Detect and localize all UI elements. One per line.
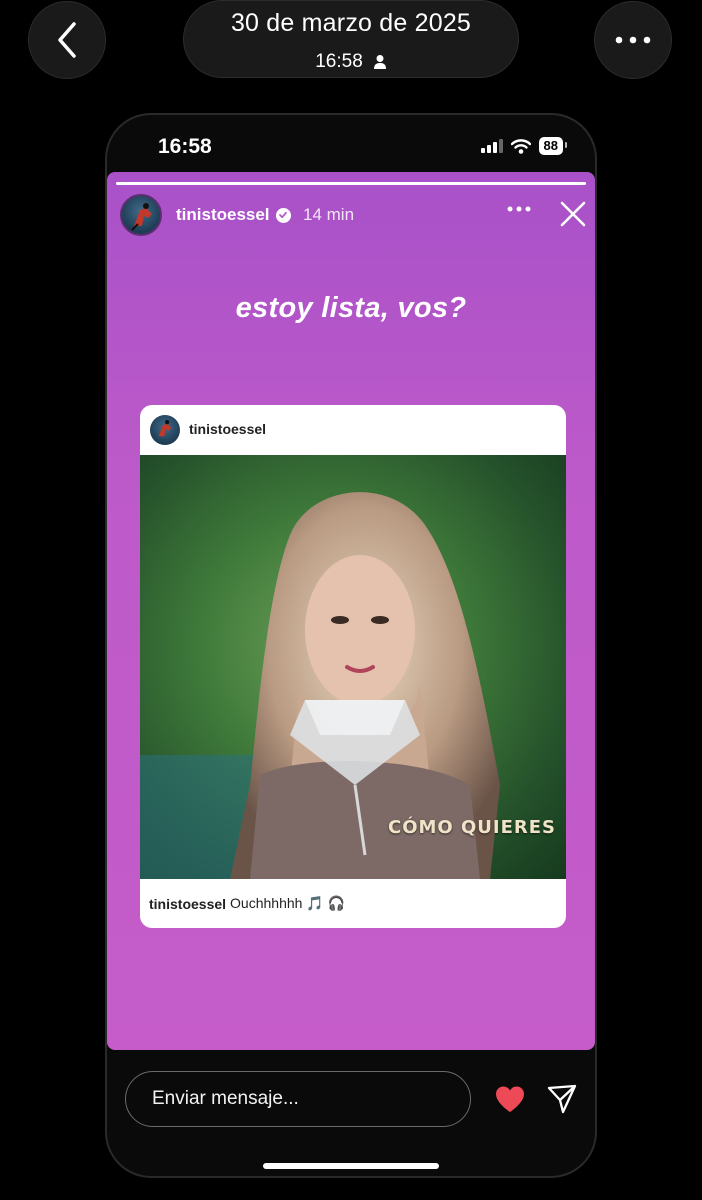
story-headline: estoy lista, vos? [235,292,467,324]
date-pill[interactable]: 30 de marzo de 2025 16:58 [183,0,519,78]
chevron-left-icon [58,22,76,58]
home-indicator [263,1163,439,1169]
phone-screenshot: 16:58 88 tinistoessel 14 min estoy lista… [105,113,597,1178]
story-username: tinistoessel [176,205,270,224]
verified-badge-icon [275,207,291,223]
post-photo: CÓMO QUIERES [140,455,566,879]
story-content[interactable]: tinistoessel 14 min estoy lista, vos? ti… [107,172,595,1050]
post-avatar [150,415,180,445]
battery-indicator: 88 [538,137,568,155]
send-icon[interactable] [547,1084,577,1114]
more-horizontal-icon [615,36,651,44]
post-caption: tinistoessel Ouchhhhhh 🎵 🎧 [149,895,345,912]
story-progress-fill [116,182,586,185]
story-more-icon[interactable] [507,206,531,212]
back-button[interactable] [28,1,106,79]
person-icon [373,55,386,69]
caption-text: Ouchhhhhh 🎵 🎧 [230,895,346,911]
photo-date: 30 de marzo de 2025 [230,9,472,37]
story-elapsed-time: 14 min [303,205,355,224]
story-avatar[interactable] [120,194,162,236]
avatar-image [131,203,152,231]
story-username-row[interactable]: tinistoessel [176,205,291,225]
avatar-image [158,420,172,437]
cellular-signal-icon [480,139,503,153]
caption-username: tinistoessel [149,895,227,912]
photo-time-row: 16:58 [184,51,518,73]
heart-icon[interactable] [494,1085,526,1113]
photo-time: 16:58 [315,51,363,72]
post-username: tinistoessel [189,421,267,437]
close-icon[interactable] [559,200,587,228]
status-icons: 88 [480,137,568,155]
more-options-button[interactable] [594,1,672,79]
story-progress-bar [116,182,586,185]
performer-photo [140,492,500,879]
photo-overlay-text: CÓMO QUIERES [388,817,557,838]
wifi-icon [510,138,531,154]
status-time: 16:58 [158,135,212,158]
message-input[interactable] [125,1071,471,1127]
shared-post-card[interactable]: tinistoessel CÓMO QUIERES tinistoessel O… [140,405,566,928]
